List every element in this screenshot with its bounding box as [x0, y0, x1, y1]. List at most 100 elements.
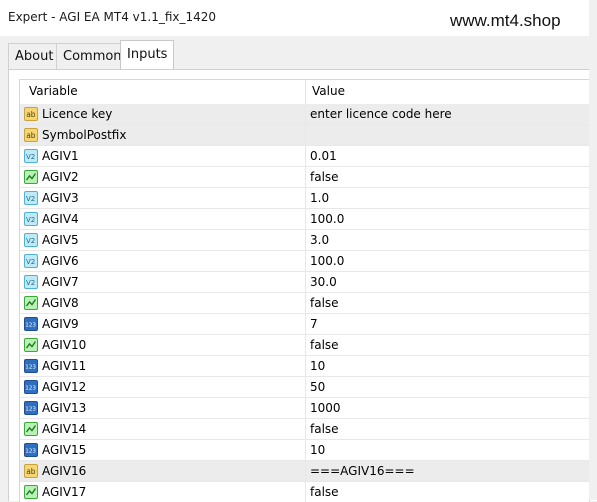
variable-value[interactable]: 100.0	[310, 212, 344, 226]
value-cell[interactable]: 10	[306, 356, 589, 376]
value-cell[interactable]: 7	[306, 314, 589, 334]
value-cell[interactable]: 50	[306, 377, 589, 397]
table-row[interactable]: ab SymbolPostfix	[20, 125, 589, 146]
variable-cell[interactable]: AGIV8	[20, 293, 306, 313]
table-row[interactable]: 123 AGIV9 7	[20, 314, 589, 335]
variable-value[interactable]: false	[310, 170, 339, 184]
variable-value[interactable]: 10	[310, 359, 325, 373]
variable-name: Licence key	[42, 107, 113, 121]
variable-cell[interactable]: ab Licence key	[20, 104, 306, 124]
int-123-icon: 123	[24, 380, 38, 394]
variable-cell[interactable]: 123 AGIV13	[20, 398, 306, 418]
variable-cell[interactable]: 123 AGIV12	[20, 377, 306, 397]
variable-cell[interactable]: V2 AGIV4	[20, 209, 306, 229]
table-row[interactable]: 123 AGIV11 10	[20, 356, 589, 377]
table-row[interactable]: 123 AGIV13 1000	[20, 398, 589, 419]
variable-cell[interactable]: AGIV14	[20, 419, 306, 439]
variable-name: AGIV15	[42, 443, 87, 457]
value-cell[interactable]: 1.0	[306, 188, 589, 208]
value-cell[interactable]: false	[306, 482, 589, 502]
value-cell[interactable]: 1000	[306, 398, 589, 418]
tab-about[interactable]: About	[8, 43, 61, 69]
value-cell[interactable]: false	[306, 167, 589, 187]
variable-value[interactable]: enter licence code here	[310, 107, 452, 121]
table-row[interactable]: V2 AGIV7 30.0	[20, 272, 589, 293]
variable-cell[interactable]: 123 AGIV15	[20, 440, 306, 460]
column-divider[interactable]	[305, 80, 306, 104]
variable-cell[interactable]: 123 AGIV11	[20, 356, 306, 376]
value-cell[interactable]: enter licence code here	[306, 104, 589, 124]
column-header-variable[interactable]: Variable	[29, 84, 78, 98]
variable-cell[interactable]: AGIV2	[20, 167, 306, 187]
inputs-grid: Variable Value ab Licence key enter licenc…	[19, 79, 590, 502]
variable-value[interactable]: false	[310, 485, 339, 499]
value-cell[interactable]: 100.0	[306, 209, 589, 229]
string-ab-icon: ab	[24, 128, 38, 142]
table-row[interactable]: ab AGIV16 ===AGIV16===	[20, 461, 589, 482]
bool-icon	[24, 422, 38, 436]
variable-cell[interactable]: V2 AGIV5	[20, 230, 306, 250]
value-cell[interactable]: 3.0	[306, 230, 589, 250]
variable-value[interactable]: 100.0	[310, 254, 344, 268]
value-cell[interactable]: ===AGIV16===	[306, 461, 589, 481]
variable-cell[interactable]: 123 AGIV9	[20, 314, 306, 334]
variable-value[interactable]: false	[310, 422, 339, 436]
table-row[interactable]: V2 AGIV1 0.01	[20, 146, 589, 167]
table-row[interactable]: 123 AGIV15 10	[20, 440, 589, 461]
value-cell[interactable]: 30.0	[306, 272, 589, 292]
table-row[interactable]: V2 AGIV5 3.0	[20, 230, 589, 251]
value-cell[interactable]: 100.0	[306, 251, 589, 271]
variable-value[interactable]: false	[310, 296, 339, 310]
value-cell[interactable]: false	[306, 419, 589, 439]
variable-value[interactable]: 1.0	[310, 191, 329, 205]
variable-value[interactable]: 7	[310, 317, 318, 331]
variable-value[interactable]: 10	[310, 443, 325, 457]
variable-cell[interactable]: V2 AGIV7	[20, 272, 306, 292]
value-cell[interactable]: false	[306, 293, 589, 313]
variable-value[interactable]: 3.0	[310, 233, 329, 247]
variable-value[interactable]: false	[310, 338, 339, 352]
double-v2-icon: V2	[24, 275, 38, 289]
int-123-icon: 123	[24, 359, 38, 373]
tab-common[interactable]: Common	[56, 43, 129, 69]
variable-cell[interactable]: ab SymbolPostfix	[20, 125, 306, 145]
svg-text:V2: V2	[26, 258, 35, 266]
value-cell[interactable]	[306, 125, 589, 145]
variable-value[interactable]: 1000	[310, 401, 341, 415]
variable-value[interactable]: 30.0	[310, 275, 337, 289]
table-row[interactable]: AGIV8 false	[20, 293, 589, 314]
svg-text:V2: V2	[26, 195, 35, 203]
table-row[interactable]: AGIV17 false	[20, 482, 589, 502]
double-v2-icon: V2	[24, 254, 38, 268]
table-row[interactable]: 123 AGIV12 50	[20, 377, 589, 398]
value-cell[interactable]: 10	[306, 440, 589, 460]
string-ab-icon: ab	[24, 107, 38, 121]
variable-value[interactable]: 50	[310, 380, 325, 394]
table-row[interactable]: AGIV10 false	[20, 335, 589, 356]
value-cell[interactable]: 0.01	[306, 146, 589, 166]
tab-inputs[interactable]: Inputs	[120, 40, 175, 70]
variable-cell[interactable]: AGIV17	[20, 482, 306, 502]
double-v2-icon: V2	[24, 149, 38, 163]
svg-text:123: 123	[25, 407, 36, 413]
table-row[interactable]: V2 AGIV4 100.0	[20, 209, 589, 230]
table-row[interactable]: AGIV2 false	[20, 167, 589, 188]
variable-value[interactable]: 0.01	[310, 149, 337, 163]
grid-rows: ab Licence key enter licence code here ab Sy…	[20, 104, 589, 502]
table-row[interactable]: ab Licence key enter licence code here	[20, 104, 589, 125]
variable-cell[interactable]: V2 AGIV6	[20, 251, 306, 271]
table-row[interactable]: V2 AGIV3 1.0	[20, 188, 589, 209]
double-v2-icon: V2	[24, 233, 38, 247]
int-123-icon: 123	[24, 317, 38, 331]
variable-cell[interactable]: ab AGIV16	[20, 461, 306, 481]
table-row[interactable]: AGIV14 false	[20, 419, 589, 440]
variable-cell[interactable]: V2 AGIV1	[20, 146, 306, 166]
variable-value[interactable]: ===AGIV16===	[310, 464, 415, 478]
svg-text:123: 123	[25, 323, 36, 329]
svg-text:V2: V2	[26, 216, 35, 224]
variable-cell[interactable]: V2 AGIV3	[20, 188, 306, 208]
variable-cell[interactable]: AGIV10	[20, 335, 306, 355]
value-cell[interactable]: false	[306, 335, 589, 355]
column-header-value[interactable]: Value	[312, 84, 345, 98]
table-row[interactable]: V2 AGIV6 100.0	[20, 251, 589, 272]
